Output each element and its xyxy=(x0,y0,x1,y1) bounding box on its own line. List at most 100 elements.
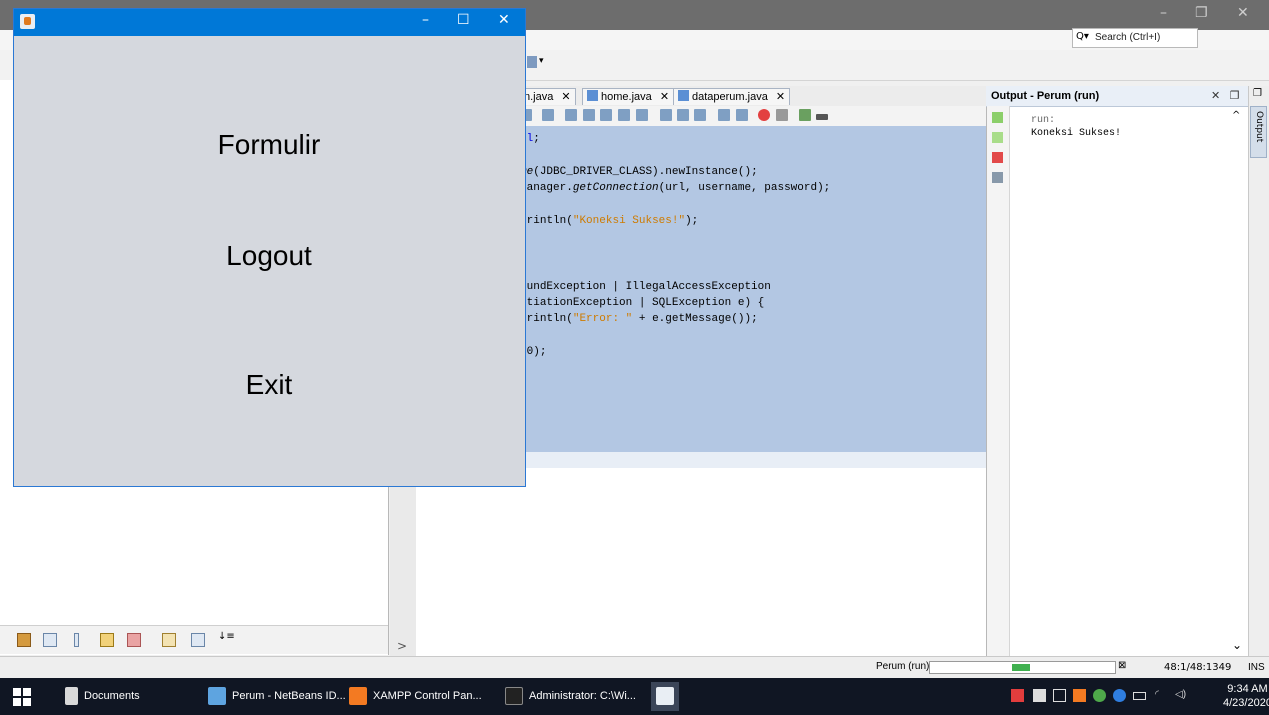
scroll-up-icon[interactable]: ^ xyxy=(1232,110,1240,121)
taskbar-item-label: Documents xyxy=(84,690,140,702)
status-bar: Perum (run) ⊠ 48:1/48:1349 INS xyxy=(0,656,1269,679)
shift-right-icon[interactable] xyxy=(736,109,748,121)
java-icon xyxy=(20,14,35,29)
minimize-icon[interactable]: – xyxy=(422,12,429,28)
output-line: run: xyxy=(1031,115,1056,126)
restore-icon[interactable]: ❐ xyxy=(1195,5,1208,21)
rerun-icon[interactable] xyxy=(992,112,1003,123)
clock-date: 4/23/2020 xyxy=(1223,697,1269,709)
find-icon[interactable] xyxy=(565,109,577,121)
navigator-tool-icon[interactable] xyxy=(162,633,176,647)
navigator-tool-icon[interactable] xyxy=(74,633,79,647)
taskbar-item-netbeans[interactable]: Perum - NetBeans ID... xyxy=(208,678,346,715)
maximize-icon[interactable]: ☐ xyxy=(457,12,470,28)
java-icon xyxy=(656,687,674,706)
chevron-down-icon[interactable]: ▾ xyxy=(539,56,544,66)
taskbar: Documents Perum - NetBeans ID... XAMPP C… xyxy=(0,678,1269,715)
taskbar-item-label: Perum - NetBeans ID... xyxy=(232,690,346,702)
stop-macro-icon[interactable] xyxy=(776,109,788,121)
tab-label: home.java xyxy=(601,91,652,103)
caret-position: 48:1/48:1349 xyxy=(1164,662,1232,673)
search-icon: Q▾ xyxy=(1076,31,1089,42)
tab-dataperum-java[interactable]: dataperum.java ✕ xyxy=(673,88,791,105)
tab-label: n.java xyxy=(524,91,554,103)
output-line: Koneksi Sukses! xyxy=(1031,128,1122,139)
taskbar-item-label: XAMPP Control Pan... xyxy=(373,690,482,702)
close-icon[interactable]: ✕ xyxy=(561,91,570,103)
navigator-tool-icon[interactable] xyxy=(43,633,57,647)
tray-app-icon[interactable] xyxy=(1053,689,1066,702)
taskbar-item-xampp[interactable]: XAMPP Control Pan... xyxy=(349,678,482,715)
restore-icon[interactable]: ❐ xyxy=(1230,89,1240,102)
taskbar-item-cmd[interactable]: Administrator: C:\Wi... xyxy=(505,678,636,715)
tab-login-java[interactable]: n.java ✕ xyxy=(520,88,576,105)
navigator-tool-icon[interactable] xyxy=(17,633,31,647)
exit-button[interactable]: Exit xyxy=(119,369,419,401)
sort-icon[interactable]: ↓≡ xyxy=(218,631,235,645)
navigator-tool-icon[interactable] xyxy=(127,633,141,647)
close-icon[interactable]: ✕ xyxy=(498,12,510,28)
rerun-params-icon[interactable] xyxy=(992,132,1003,143)
toggle-highlight-icon[interactable] xyxy=(618,109,630,121)
output-window-controls: ✕ ❐ xyxy=(1211,89,1240,102)
expand-icon[interactable]: > xyxy=(397,639,407,653)
progress-fill xyxy=(1012,664,1030,671)
app-menu-window: – ☐ ✕ Formulir Logout Exit xyxy=(13,8,526,487)
find-next-icon[interactable] xyxy=(600,109,612,121)
netbeans-icon xyxy=(208,687,226,706)
uncomment-icon[interactable] xyxy=(816,114,828,120)
navigator-tool-icon[interactable] xyxy=(191,633,205,647)
java-file-icon xyxy=(678,90,689,101)
xampp-icon xyxy=(349,687,367,706)
minimize-icon[interactable]: – xyxy=(1160,5,1167,21)
close-icon[interactable]: ✕ xyxy=(1237,5,1249,21)
clock[interactable]: 9:34 AM 4/23/2020 xyxy=(1223,682,1269,710)
rect-select-icon[interactable] xyxy=(636,109,648,121)
formulir-button[interactable]: Formulir xyxy=(119,129,419,161)
toggle-bookmark-icon[interactable] xyxy=(694,109,706,121)
output-panel xyxy=(986,86,1249,656)
toolbar-tool-icon[interactable] xyxy=(527,56,537,68)
output-side-tab[interactable]: Output xyxy=(1250,106,1267,158)
xampp-icon[interactable] xyxy=(1073,689,1086,702)
forward-icon[interactable] xyxy=(542,109,554,121)
battery-icon[interactable] xyxy=(1133,692,1146,700)
app-titlebar: – ☐ ✕ xyxy=(14,9,525,36)
search-input[interactable]: Q▾ Search (Ctrl+I) xyxy=(1072,28,1198,48)
windows-start-icon[interactable] xyxy=(13,688,31,706)
bluetooth-icon[interactable] xyxy=(1113,689,1126,702)
taskbar-item-java-app[interactable] xyxy=(651,682,679,711)
close-icon[interactable]: ✕ xyxy=(660,91,669,103)
tray-app-icon[interactable] xyxy=(1093,689,1106,702)
next-bookmark-icon[interactable] xyxy=(677,109,689,121)
output-actions-strip xyxy=(987,106,1010,656)
wifi-icon[interactable]: ◜ xyxy=(1155,689,1168,702)
taskbar-item-documents[interactable]: Documents xyxy=(65,678,140,715)
restore-icon[interactable]: ❐ xyxy=(1253,88,1262,99)
stop-icon[interactable] xyxy=(992,152,1003,163)
settings-icon[interactable] xyxy=(992,172,1003,183)
shift-left-icon[interactable] xyxy=(718,109,730,121)
cancel-task-icon[interactable]: ⊠ xyxy=(1118,660,1126,671)
taskbar-item-label: Administrator: C:\Wi... xyxy=(529,690,636,702)
comment-icon[interactable] xyxy=(799,109,811,121)
tab-home-java[interactable]: home.java ✕ xyxy=(582,88,675,105)
tray-app-icon[interactable] xyxy=(1033,689,1046,702)
clock-time: 9:34 AM xyxy=(1227,683,1268,695)
tray-app-icon[interactable] xyxy=(1011,689,1024,702)
volume-icon[interactable]: ◁) xyxy=(1175,689,1188,702)
navigator-tool-icon[interactable] xyxy=(100,633,114,647)
search-placeholder: Search (Ctrl+I) xyxy=(1095,32,1161,43)
close-icon[interactable]: ✕ xyxy=(776,91,785,103)
running-task-label[interactable]: Perum (run) xyxy=(876,661,929,672)
cmd-icon xyxy=(505,687,523,706)
output-console[interactable]: run: Koneksi Sukses! xyxy=(1031,114,1121,140)
documents-icon xyxy=(65,687,78,706)
tab-label: dataperum.java xyxy=(692,91,768,103)
find-prev-icon[interactable] xyxy=(583,109,595,121)
scroll-down-icon[interactable]: ⌄ xyxy=(1232,638,1242,652)
close-icon[interactable]: ✕ xyxy=(1211,89,1220,102)
prev-bookmark-icon[interactable] xyxy=(660,109,672,121)
logout-button[interactable]: Logout xyxy=(119,240,419,272)
record-macro-icon[interactable] xyxy=(758,109,770,121)
